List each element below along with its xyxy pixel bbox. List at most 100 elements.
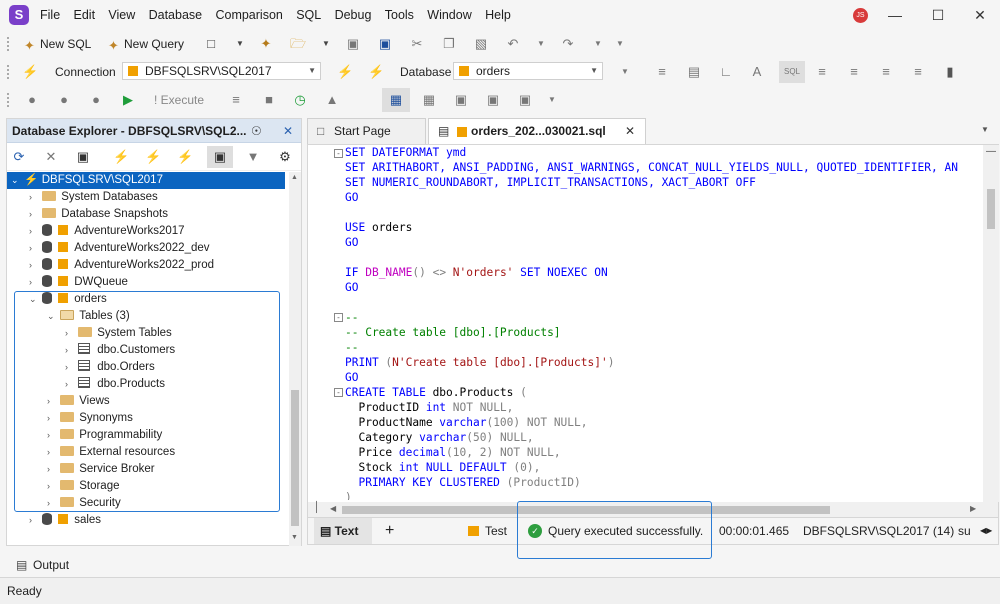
toolbar-overflow-icon[interactable]: ▼	[612, 36, 628, 52]
chevron-right-icon[interactable]: ›	[47, 444, 57, 461]
tree-table-customers[interactable]: › dbo.Customers	[65, 342, 175, 359]
tab-start-page[interactable]: □ Start Page	[307, 118, 426, 144]
chevron-right-icon[interactable]: ›	[47, 478, 57, 495]
overflow-arrows-icon[interactable]: ◀▶	[980, 518, 992, 544]
fold-toggle-icon[interactable]: -	[334, 388, 343, 397]
scrollbar-thumb[interactable]	[291, 390, 299, 526]
new-document-icon[interactable]: ✦	[258, 36, 274, 52]
save-all-icon[interactable]: ▣	[377, 36, 393, 52]
query-plan-icon[interactable]: ▲	[324, 92, 340, 108]
open-folder-icon[interactable]: 🗁	[290, 36, 306, 52]
tree-service-broker[interactable]: › Service Broker	[47, 461, 155, 478]
menu-debug[interactable]: Debug	[335, 0, 372, 30]
tree-tables[interactable]: ⌄ Tables (3)	[47, 308, 130, 325]
chevron-right-icon[interactable]: ›	[47, 495, 57, 512]
new-sql-button[interactable]: ✦ New SQL	[24, 35, 91, 53]
scroll-up-icon[interactable]: ▲	[291, 174, 298, 181]
chevron-right-icon[interactable]: ›	[29, 512, 39, 529]
tree-table-orders[interactable]: › dbo.Orders	[65, 359, 155, 376]
connect-icon[interactable]: ⚡	[337, 64, 353, 80]
database-icon[interactable]: ●	[88, 92, 104, 108]
tree-programmability[interactable]: › Programmability	[47, 427, 162, 444]
toolbar-grip[interactable]	[7, 93, 10, 107]
chevron-right-icon[interactable]: ›	[47, 427, 57, 444]
export-icon[interactable]: ▣	[485, 92, 501, 108]
scroll-left-icon[interactable]: ◀	[330, 504, 336, 513]
menu-database[interactable]: Database	[149, 0, 203, 30]
refresh-icon[interactable]: ⟳	[11, 149, 27, 165]
menu-comparison[interactable]: Comparison	[215, 0, 282, 30]
chevron-down-icon[interactable]: ▼	[533, 36, 549, 52]
chevron-right-icon[interactable]: ›	[47, 393, 57, 410]
add-tab-button[interactable]: +	[385, 518, 394, 544]
new-query-button[interactable]: ✦ New Query	[108, 35, 184, 53]
toolbar-overflow-icon[interactable]: ▼	[544, 92, 560, 108]
disconnect-icon[interactable]: ⚡	[177, 149, 193, 165]
tree-system-tables[interactable]: › System Tables	[65, 325, 172, 342]
new-file-icon[interactable]: □	[203, 36, 219, 52]
maximize-icon[interactable]: ☐	[928, 6, 948, 24]
tree-db-sales[interactable]: › sales	[29, 512, 101, 529]
sql-editor[interactable]: - - - SET DATEFORMAT ymd SET ARITHABORT,…	[307, 144, 999, 517]
chevron-right-icon[interactable]: ›	[47, 461, 57, 478]
chevron-right-icon[interactable]: ›	[29, 257, 39, 274]
minimize-icon[interactable]: —	[885, 6, 905, 24]
collapse-icon[interactable]: ▣	[75, 149, 91, 165]
save-icon[interactable]: ▣	[345, 36, 361, 52]
tree-db-dwqueue[interactable]: › DWQueue	[29, 274, 128, 291]
redo-icon[interactable]: ↷	[560, 36, 576, 52]
menu-edit[interactable]: Edit	[74, 0, 96, 30]
filter-objects-icon[interactable]: ▣	[207, 146, 233, 168]
wrap-icon[interactable]: ≡	[910, 64, 926, 80]
chevron-right-icon[interactable]: ›	[29, 189, 39, 206]
tree-database-snapshots[interactable]: › Database Snapshots	[29, 206, 168, 223]
chevron-down-icon[interactable]: ⌄	[47, 308, 57, 325]
settings-icon[interactable]: ⚙	[277, 149, 293, 165]
chevron-down-icon[interactable]: ▼	[318, 36, 334, 52]
tree-external-resources[interactable]: › External resources	[47, 444, 175, 461]
tree-security[interactable]: › Security	[47, 495, 121, 512]
chevron-right-icon[interactable]: ›	[65, 342, 75, 359]
toolbar-grip[interactable]	[7, 65, 10, 79]
output-panel-tab[interactable]: ▤ Output	[0, 553, 1000, 577]
chevron-right-icon[interactable]: ›	[65, 376, 75, 393]
outdent-icon[interactable]: ≡	[878, 64, 894, 80]
chevron-down-icon[interactable]: ⌄	[11, 172, 21, 189]
scroll-down-icon[interactable]: ▼	[291, 534, 298, 541]
chevron-right-icon[interactable]: ›	[29, 223, 39, 240]
fold-toggle-icon[interactable]: -	[334, 149, 343, 158]
bookmark-icon[interactable]: ▮	[942, 64, 958, 80]
tab-text[interactable]: ▤ Text	[314, 518, 372, 544]
database-select[interactable]: orders ▼	[453, 62, 603, 80]
explorer-scrollbar[interactable]: ▲ ▼	[289, 172, 301, 546]
connect-icon[interactable]: ⚡	[145, 149, 161, 165]
scrollbar-thumb[interactable]	[987, 189, 995, 229]
chevron-right-icon[interactable]: ›	[29, 274, 39, 291]
cut-icon[interactable]: ✂	[409, 36, 425, 52]
connection-select[interactable]: DBFSQLSRV\SQL2017 ▼	[122, 62, 321, 80]
menu-file[interactable]: File	[40, 0, 60, 30]
menu-help[interactable]: Help	[485, 0, 511, 30]
tree-db-adventureworks2022-dev[interactable]: › AdventureWorks2022_dev	[29, 240, 210, 257]
tab-list-icon[interactable]: ▼	[981, 125, 989, 134]
format-icon[interactable]: ≡	[654, 64, 670, 80]
uncomment-icon[interactable]: ≡	[846, 64, 862, 80]
database-icon[interactable]: ●	[56, 92, 72, 108]
close-icon[interactable]: ✕	[283, 119, 293, 143]
tree-table-products[interactable]: › dbo.Products	[65, 376, 165, 393]
disconnect-icon[interactable]: ⚡	[368, 64, 384, 80]
code-area[interactable]: SET DATEFORMAT ymd SET ARITHABORT, ANSI_…	[345, 145, 981, 500]
chevron-right-icon[interactable]: ›	[65, 325, 75, 342]
pin-icon[interactable]: ☉	[251, 119, 262, 143]
new-connection-icon[interactable]: ⚡	[113, 149, 129, 165]
tree-db-orders[interactable]: ⌄ orders	[29, 291, 107, 308]
close-icon[interactable]: ✕	[970, 6, 990, 24]
fold-toggle-icon[interactable]: -	[334, 313, 343, 322]
menu-view[interactable]: View	[108, 0, 135, 30]
menu-sql[interactable]: SQL	[296, 0, 321, 30]
chevron-down-icon[interactable]: ▼	[232, 36, 248, 52]
chart-icon[interactable]: ∟	[718, 64, 734, 80]
layout-icon[interactable]: ▦	[421, 92, 437, 108]
toolbar-grip[interactable]	[7, 37, 10, 51]
split-icon[interactable]: —	[986, 147, 996, 157]
